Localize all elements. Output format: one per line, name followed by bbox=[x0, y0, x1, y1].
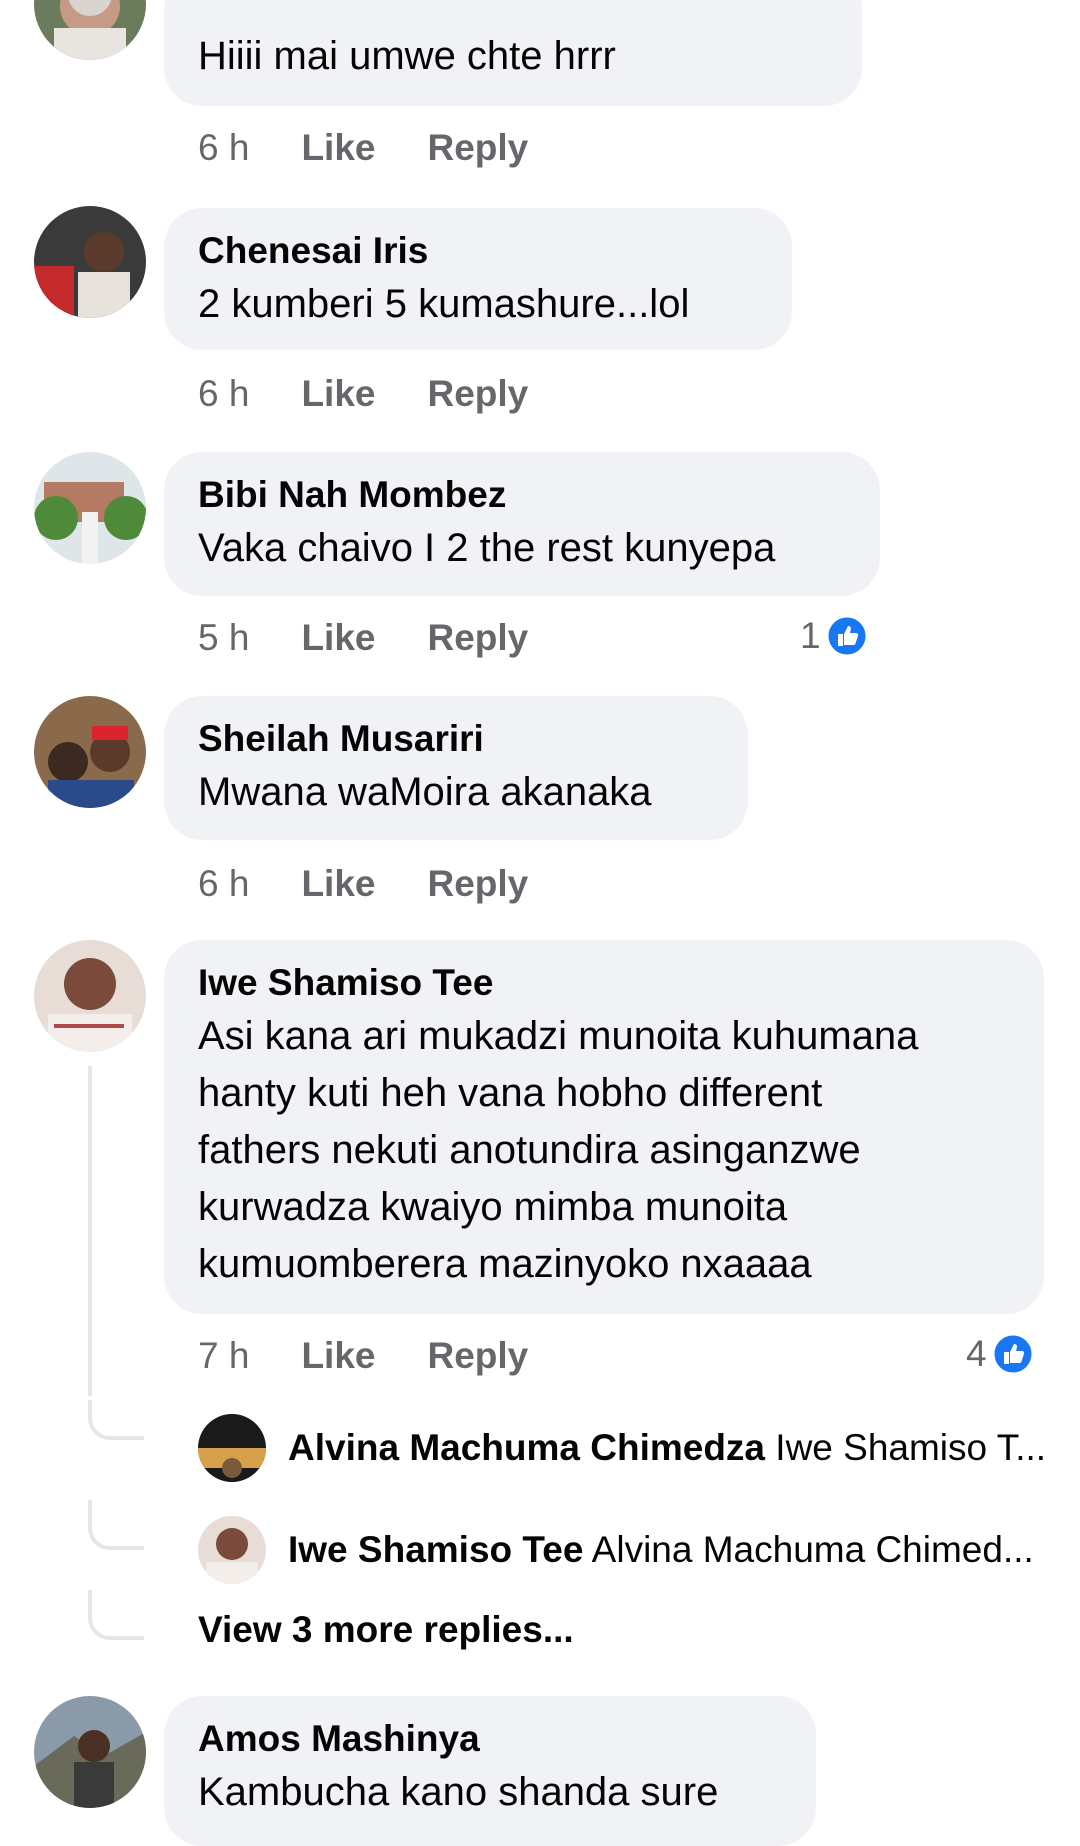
reaction-number: 4 bbox=[966, 1333, 987, 1375]
reply-item[interactable]: Alvina Machuma Chimedza Iwe Shamiso T... bbox=[198, 1414, 1058, 1484]
view-more-replies-link[interactable]: View 3 more replies... bbox=[198, 1608, 574, 1652]
comment-author[interactable]: Chenesai Iris bbox=[198, 226, 758, 276]
comment-author[interactable]: Amos Mashinya bbox=[198, 1714, 782, 1764]
reaction-count[interactable]: 4 bbox=[966, 1330, 1035, 1376]
comment-bubble: Chenesai Iris 2 kumberi 5 kumashure...lo… bbox=[164, 208, 792, 350]
reply-author[interactable]: Iwe Shamiso Tee bbox=[288, 1529, 583, 1570]
comment-time[interactable]: 7 h bbox=[198, 1334, 249, 1378]
comment-time[interactable]: 6 h bbox=[198, 372, 249, 416]
comment-actions: 6 h Like Reply bbox=[198, 862, 580, 906]
comment-bubble: Iwe Shamiso Tee Asi kana ari mukadzi mun… bbox=[164, 940, 1044, 1314]
comment-author[interactable]: Sheilah Musariri bbox=[198, 714, 714, 764]
avatar[interactable] bbox=[34, 0, 146, 60]
avatar[interactable] bbox=[198, 1516, 266, 1584]
reply-author[interactable]: Alvina Machuma Chimedza bbox=[288, 1427, 765, 1468]
reply-button[interactable]: Reply bbox=[427, 616, 528, 660]
comment-text: Hiiii mai umwe chte hrrr bbox=[198, 34, 616, 78]
comment-actions: 6 h Like Reply bbox=[198, 372, 580, 416]
comment-time[interactable]: 6 h bbox=[198, 126, 249, 170]
avatar[interactable] bbox=[34, 696, 146, 808]
comment-actions: 7 h Like Reply bbox=[198, 1334, 580, 1378]
comment-bubble: Bibi Nah Mombez Vaka chaivo I 2 the rest… bbox=[164, 452, 880, 596]
comment-bubble: Amos Mashinya Kambucha kano shanda sure bbox=[164, 1696, 816, 1846]
reply-button[interactable]: Reply bbox=[427, 1334, 528, 1378]
comment-text-line: fathers nekuti anotundira asinganzwe bbox=[198, 1128, 861, 1172]
thread-line bbox=[88, 1066, 92, 1396]
comment-bubble: Hiiii mai umwe chte hrrr bbox=[164, 0, 862, 106]
like-button[interactable]: Like bbox=[301, 372, 375, 416]
comment-text: Kambucha kano shanda sure bbox=[198, 1770, 719, 1814]
comment-text-line: Asi kana ari mukadzi munoita kuhumana bbox=[198, 1014, 919, 1058]
reply-item[interactable]: Iwe Shamiso Tee Alvina Machuma Chimed... bbox=[198, 1516, 1058, 1586]
comment-author[interactable]: Bibi Nah Mombez bbox=[198, 470, 846, 520]
like-button[interactable]: Like bbox=[301, 1334, 375, 1378]
comment-time[interactable]: 5 h bbox=[198, 616, 249, 660]
comment-time[interactable]: 6 h bbox=[198, 862, 249, 906]
reaction-number: 1 bbox=[800, 615, 821, 657]
like-button[interactable]: Like bbox=[301, 126, 375, 170]
comment-actions: 6 h Like Reply bbox=[198, 126, 580, 170]
avatar[interactable] bbox=[34, 452, 146, 564]
thread-branch bbox=[88, 1590, 144, 1640]
comment-text-line: kurwadza kwaiyo mimba munoita bbox=[198, 1185, 788, 1229]
reply-preview: Alvina Machuma Chimedza Iwe Shamiso T... bbox=[288, 1426, 1058, 1470]
like-button[interactable]: Like bbox=[301, 616, 375, 660]
avatar[interactable] bbox=[34, 206, 146, 318]
comment-text: 2 kumberi 5 kumashure...lol bbox=[198, 282, 690, 326]
avatar[interactable] bbox=[198, 1414, 266, 1482]
like-button[interactable]: Like bbox=[301, 862, 375, 906]
comment-text-line: kumuomberera mazinyoko nxaaaa bbox=[198, 1242, 812, 1286]
reply-button[interactable]: Reply bbox=[427, 862, 528, 906]
thread-branch bbox=[88, 1400, 144, 1440]
reply-body: Alvina Machuma Chimed... bbox=[591, 1529, 1034, 1570]
thumbs-up-icon bbox=[825, 614, 869, 658]
comment-actions: 5 h Like Reply bbox=[198, 616, 580, 660]
reaction-count[interactable]: 1 bbox=[800, 612, 869, 658]
comment-text: Vaka chaivo I 2 the rest kunyepa bbox=[198, 526, 776, 570]
thumbs-up-icon bbox=[991, 1332, 1035, 1376]
reply-button[interactable]: Reply bbox=[427, 126, 528, 170]
reply-button[interactable]: Reply bbox=[427, 372, 528, 416]
comment-text: Mwana waMoira akanaka bbox=[198, 770, 652, 814]
thread-branch bbox=[88, 1500, 144, 1550]
avatar[interactable] bbox=[34, 1696, 146, 1808]
reply-preview: Iwe Shamiso Tee Alvina Machuma Chimed... bbox=[288, 1528, 1058, 1572]
comment-author[interactable]: Iwe Shamiso Tee bbox=[198, 958, 1010, 1008]
comment-text-line: hanty kuti heh vana hobho different bbox=[198, 1071, 823, 1115]
comment-bubble: Sheilah Musariri Mwana waMoira akanaka bbox=[164, 696, 748, 840]
avatar[interactable] bbox=[34, 940, 146, 1052]
reply-body: Iwe Shamiso T... bbox=[775, 1427, 1047, 1468]
